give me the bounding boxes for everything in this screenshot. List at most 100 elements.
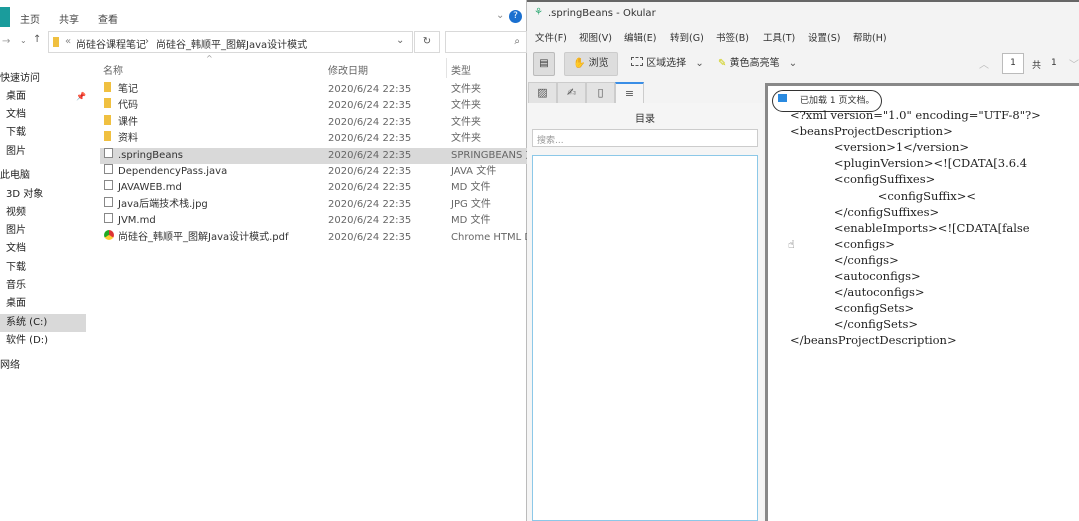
menu-item[interactable]: 书签(B) (716, 30, 749, 44)
breadcrumb-item[interactable]: 尚硅谷_韩顺平_图解Java设计模式 (156, 36, 307, 51)
sort-arrow-icon: ^ (206, 54, 213, 63)
nav-3d-objects[interactable]: 3D 对象 (0, 186, 86, 204)
nav-quick-access[interactable]: 快速访问 (0, 70, 86, 88)
column-divider[interactable] (446, 58, 447, 78)
folder-icon (104, 131, 111, 142)
image-icon: ▨ (537, 86, 548, 99)
nav-drive-d[interactable]: 软件 (D:) (0, 332, 86, 350)
menu-item[interactable]: 文件(F) (535, 30, 567, 44)
nav-documents-pc[interactable]: 文档 (0, 240, 86, 258)
nav-downloads[interactable]: 下载 (0, 124, 86, 142)
tab-share[interactable]: 共享 (59, 11, 79, 26)
file-name: 课件 (118, 116, 138, 128)
up-icon[interactable]: ↑ (33, 34, 41, 45)
toc-tab[interactable]: ≡ (615, 82, 644, 104)
nav-videos[interactable]: 视频 (0, 204, 86, 222)
file-icon (104, 196, 113, 207)
menu-item[interactable]: 转到(G) (670, 30, 704, 44)
toc-search-input[interactable]: 搜索... (532, 129, 758, 147)
nav-pictures[interactable]: 图片 (0, 143, 86, 161)
recent-dropdown-icon[interactable]: ⌄ (20, 36, 27, 45)
nav-network[interactable]: 网络 (0, 357, 86, 375)
highlighter-label: 黄色高亮笔 (729, 58, 780, 69)
document-text-line: </autoconfigs> (790, 285, 925, 300)
pin-icon: 📌 (76, 92, 86, 101)
chevron-down-icon[interactable]: ⌄ (396, 35, 404, 46)
chevron-down-icon[interactable]: ⌄ (695, 58, 703, 69)
nav-desktop[interactable]: 桌面 (0, 88, 86, 106)
file-type: JAVA 文件 (451, 166, 497, 177)
browse-tool-button[interactable]: ✋ 浏览 (564, 52, 618, 76)
file-row[interactable]: JAVAWEB.md 2020/6/24 22:35 MD 文件 (100, 180, 527, 196)
file-row[interactable]: 代码 2020/6/24 22:35 文件夹 (100, 98, 527, 114)
nav-drive-c[interactable]: 系统 (C:) (0, 314, 86, 332)
next-page-icon[interactable]: ﹀ (1069, 56, 1079, 71)
breadcrumb-item[interactable]: 尚硅谷课程笔记 (76, 36, 146, 51)
file-type: MD 文件 (451, 215, 491, 227)
file-row[interactable]: JVM.md 2020/6/24 22:35 MD 文件 (100, 213, 527, 229)
file-tab[interactable] (0, 7, 10, 27)
file-icon (104, 180, 113, 191)
column-header-date[interactable]: 修改日期 (328, 62, 368, 77)
file-date: 2020/6/24 22:35 (328, 116, 412, 128)
toc-title: 目录 (635, 114, 655, 125)
menu-item[interactable]: 编辑(E) (624, 30, 656, 44)
file-row[interactable]: 资料 2020/6/24 22:35 文件夹 (100, 131, 527, 147)
search-input[interactable]: ⌕ (445, 31, 527, 53)
nav-pictures-pc[interactable]: 图片 (0, 222, 86, 240)
forward-icon[interactable]: → (2, 36, 10, 47)
document-text-line: <beansProjectDescription> (790, 124, 953, 139)
reviews-tab[interactable]: ✍ (557, 82, 586, 104)
area-select-label: 区域选择 (646, 58, 687, 69)
folder-icon (104, 114, 111, 125)
bookmarks-tab[interactable]: ▯ (586, 82, 615, 104)
page-total: 1 (1051, 58, 1057, 68)
file-row[interactable]: 尚硅谷_韩顺平_图解Java设计模式.pdf 2020/6/24 22:35 C… (100, 229, 538, 246)
file-row[interactable]: 笔记 2020/6/24 22:35 文件夹 (100, 82, 527, 98)
area-select-button[interactable]: 区域选择 ⌄ (631, 52, 704, 76)
file-row[interactable]: Java后端技术栈.jpg 2020/6/24 22:35 JPG 文件 (100, 196, 527, 213)
file-date: 2020/6/24 22:35 (328, 166, 412, 177)
nav-this-pc[interactable]: 此电脑 (0, 167, 86, 185)
window-border (527, 0, 1079, 2)
document-text-line: </configs> (790, 252, 899, 267)
column-header-type[interactable]: 类型 (451, 62, 471, 77)
nav-music[interactable]: 音乐 (0, 277, 86, 295)
ribbon-expand-icon[interactable]: ⌄ (496, 10, 504, 21)
nav-documents[interactable]: 文档 (0, 106, 86, 124)
toc-tree[interactable] (532, 155, 758, 521)
nav-desktop-pc[interactable]: 桌面 (0, 295, 86, 313)
sidebar-toggle-button[interactable]: ▤ (533, 52, 555, 76)
app-icon: ⚘ (534, 7, 543, 18)
address-bar[interactable]: « 尚硅谷课程笔记 › 尚硅谷_韩顺平_图解Java设计模式 ⌄ (48, 31, 413, 53)
document-text-line: </beansProjectDescription> (790, 333, 957, 348)
file-row[interactable]: 课件 2020/6/24 22:35 文件夹 (100, 114, 527, 131)
page-number-input[interactable]: 1 (1002, 53, 1024, 74)
column-header-name[interactable]: 名称 (103, 62, 123, 77)
file-row[interactable]: DependencyPass.java 2020/6/24 22:35 JAVA… (100, 164, 527, 180)
menu-item[interactable]: 帮助(H) (853, 30, 887, 44)
document-text-line: <autoconfigs> (790, 269, 921, 283)
nav-downloads-pc[interactable]: 下载 (0, 259, 86, 277)
document-text-line: </configSets> (790, 317, 919, 332)
file-date: 2020/6/24 22:35 (328, 100, 412, 112)
help-icon[interactable]: ? (509, 10, 522, 23)
refresh-button[interactable]: ↻ (414, 31, 440, 53)
tab-view[interactable]: 查看 (98, 11, 118, 26)
chevron-down-icon[interactable]: ⌄ (789, 58, 797, 69)
highlighter-button[interactable]: ✎ 黄色高亮笔 ⌄ (718, 52, 797, 76)
menu-item[interactable]: 工具(T) (763, 30, 795, 44)
previous-page-icon[interactable]: ︿ (979, 56, 989, 71)
file-type: JPG 文件 (451, 198, 491, 210)
thumbnails-tab[interactable]: ▨ (528, 82, 557, 104)
file-icon (104, 164, 113, 174)
menu-item[interactable]: 视图(V) (579, 30, 612, 44)
pen-icon: ✍ (566, 86, 577, 99)
highlighter-icon: ✎ (718, 58, 727, 69)
file-date: 2020/6/24 22:35 (328, 133, 412, 145)
tab-home[interactable]: 主页 (20, 11, 40, 26)
menu-item[interactable]: 设置(S) (808, 30, 840, 44)
document-text-line: </configSuffixes> (790, 204, 940, 219)
folder-icon (53, 37, 59, 47)
file-row[interactable]: .springBeans 2020/6/24 22:35 SPRINGBEANS… (100, 147, 536, 164)
